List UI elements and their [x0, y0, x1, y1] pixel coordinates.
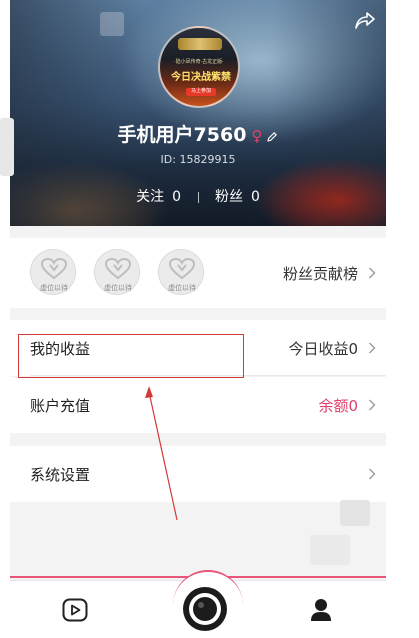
heart-badge-icon: [41, 258, 67, 280]
today-earnings-value: 今日收益0: [288, 340, 358, 358]
chevron-right-icon: [369, 342, 376, 354]
avatar-cta-text: 马上参加: [190, 88, 211, 94]
avatar-game-logo: [178, 38, 222, 50]
chevron-right-icon: [369, 399, 376, 411]
fans-count: 0: [250, 189, 260, 205]
edit-pencil-icon[interactable]: [266, 131, 278, 143]
profile-header-banner: ·陆小凤传奇·古龙正版· 今日决战紫禁 马上参加 手机用户7560 ♀ ID: 1…: [10, 0, 386, 226]
following-count: 0: [172, 189, 182, 205]
share-icon[interactable]: [354, 10, 376, 30]
fan-badge: 虚位以待: [158, 249, 204, 295]
fans-label: 粉丝: [214, 189, 243, 205]
follow-stats: 关注 0 粉丝 0: [10, 186, 386, 206]
heart-badge-icon: [169, 258, 195, 280]
earnings-highlight-box: [18, 334, 244, 378]
system-settings-row[interactable]: 系统设置: [10, 446, 386, 502]
gender-icon: ♀: [251, 127, 263, 145]
stats-divider: [197, 191, 199, 203]
mosaic-blur: [0, 118, 14, 176]
fan-badge: 虚位以待: [30, 249, 76, 295]
fans-link[interactable]: 粉丝 0: [215, 189, 260, 205]
avatar[interactable]: ·陆小凤传奇·古龙正版· 今日决战紫禁 马上参加: [158, 26, 240, 108]
account-recharge-row[interactable]: 账户充值 余额0: [10, 377, 386, 433]
profile-screen: ·陆小凤传奇·古龙正版· 今日决战紫禁 马上参加 手机用户7560 ♀ ID: 1…: [10, 0, 386, 638]
username-row: 手机用户7560 ♀: [10, 120, 386, 147]
avatar-promo-text: 今日决战紫禁: [171, 72, 231, 83]
heart-badge-icon: [105, 258, 131, 280]
chevron-right-icon: [369, 267, 376, 279]
fan-badge-text: 虚位以待: [40, 284, 68, 292]
avatar-cta-button: 马上参加: [186, 88, 216, 96]
mosaic-blur: [340, 500, 370, 526]
balance-value: 余额0: [318, 397, 358, 415]
username: 手机用户7560: [117, 124, 247, 146]
following-label: 关注: [136, 189, 165, 205]
camera-record-icon[interactable]: [181, 585, 229, 633]
video-tab-icon[interactable]: [62, 598, 88, 622]
user-profile-icon[interactable]: [310, 598, 332, 622]
fan-badge-text: 虚位以待: [104, 284, 132, 292]
avatar-small-text: ·陆小凤传奇·古龙正版·: [174, 59, 224, 65]
following-link[interactable]: 关注 0: [136, 189, 181, 205]
chevron-right-icon: [369, 468, 376, 480]
system-settings-label: 系统设置: [30, 466, 91, 484]
account-recharge-label: 账户充值: [30, 397, 91, 415]
mosaic-blur: [310, 535, 350, 565]
fan-badge-text: 虚位以待: [168, 284, 196, 292]
user-id: ID: 15829915: [160, 153, 236, 166]
fan-badge: 虚位以待: [94, 249, 140, 295]
fans-ranking-label: 粉丝贡献榜: [282, 265, 358, 283]
fans-ranking-row[interactable]: 虚位以待 虚位以待 虚位以待 粉丝贡献榜: [10, 238, 386, 308]
mosaic-blur: [100, 12, 124, 36]
